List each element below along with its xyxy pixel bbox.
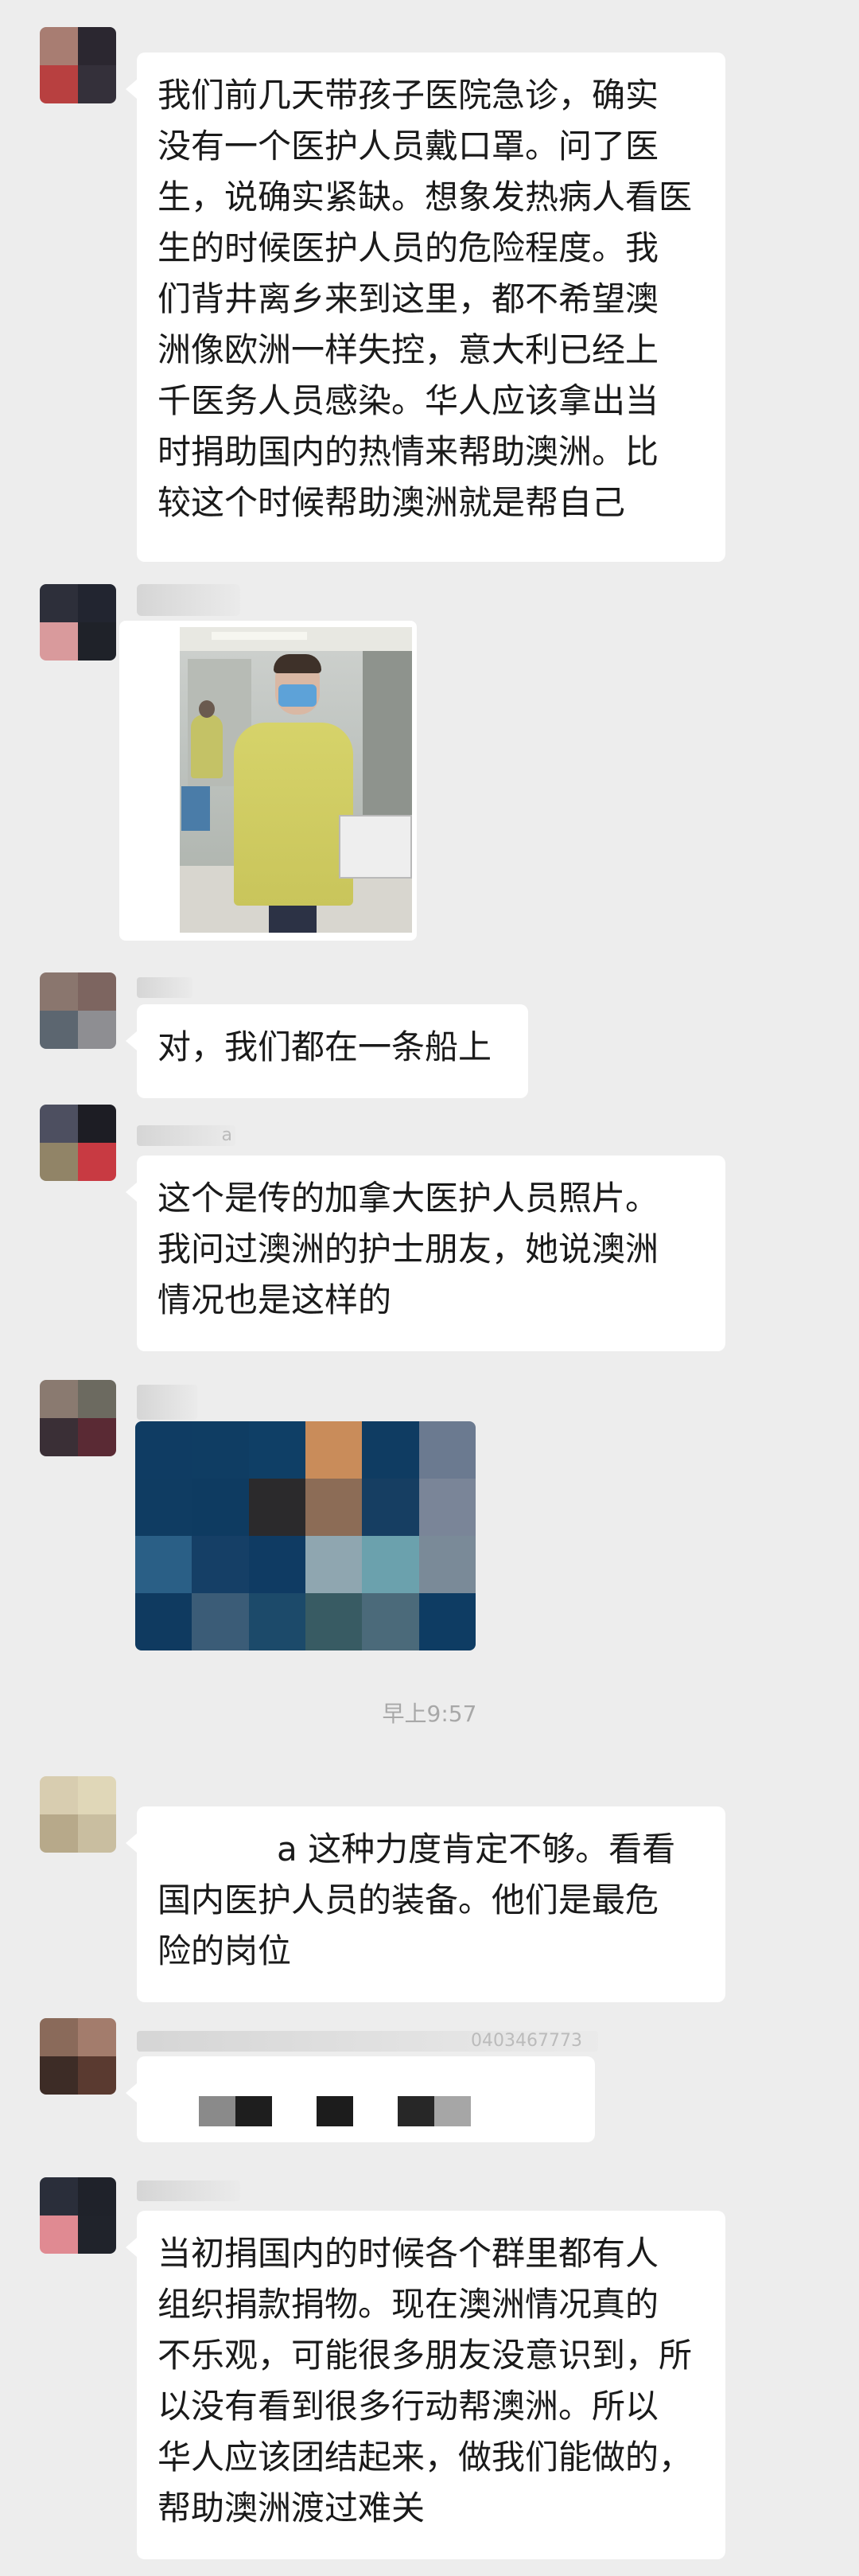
photo-person-hair [274, 654, 321, 673]
avatar[interactable] [40, 1380, 116, 1456]
blurred-content [434, 2096, 471, 2126]
message-text-line: 险的岗位 [157, 1931, 292, 1970]
photo-door [363, 651, 412, 842]
message-text-line: 国内医护人员的装备。他们是最危 [157, 1880, 659, 1919]
sender-name: a [137, 1125, 235, 1146]
message-text-line: 不乐观，可能很多朋友没意识到，所 [157, 2336, 693, 2375]
sender-name [137, 2180, 240, 2201]
message-text-line: 我们前几天带孩子医院急诊，确实 [157, 76, 659, 115]
message-text-line: 时捐助国内的热情来帮助澳洲。比 [157, 432, 659, 471]
message-text-line: 这个是传的加拿大医护人员照片。 [157, 1179, 659, 1218]
photo-worker-left-head [199, 700, 215, 718]
message-text-line: 千医务人员感染。华人应该拿出当 [157, 381, 659, 420]
avatar[interactable] [40, 2177, 116, 2254]
message-text-line: 生的时候医护人员的危险程度。我 [157, 228, 659, 267]
message-text-line: 较这个时候帮助澳洲就是帮自己 [157, 483, 626, 522]
message-bubble[interactable]: 这个是传的加拿大医护人员照片。 我问过澳洲的护士朋友，她说澳洲 情况也是这样的 [126, 1155, 725, 1351]
sender-name-text: a [221, 1125, 232, 1145]
message-text-line: 华人应该团结起来，做我们能做的， [157, 2438, 693, 2477]
message-text-line: 以没有看到很多行动帮澳洲。所以 [157, 2387, 659, 2426]
photo-cart [339, 815, 412, 879]
message-text-line: a 这种力度肯定不够。看看 [277, 1830, 676, 1869]
message-text-line: 洲像欧洲一样失控，意大利已经上 [157, 330, 659, 369]
message-text-line: 情况也是这样的 [157, 1280, 392, 1319]
message-bubble[interactable]: 对，我们都在一条船上 [126, 1004, 528, 1098]
message-text-line: 帮助澳洲渡过难关 [157, 2488, 426, 2527]
photo-worker-left [191, 715, 223, 778]
image-message[interactable] [119, 621, 417, 941]
message-bubble[interactable]: 我们前几天带孩子医院急诊，确实 没有一个医护人员戴口罩。问了医 生，说确实紧缺。… [126, 53, 725, 562]
sender-name-text: 0403467773 [471, 2031, 582, 2051]
sender-name: 0403467773 [137, 2031, 598, 2052]
avatar[interactable] [40, 584, 116, 661]
message-text-line: 我问过澳洲的护士朋友，她说澳洲 [157, 1230, 659, 1269]
photo-bin [181, 786, 210, 831]
photo-person-mask [278, 684, 317, 707]
message-bubble[interactable]: 当初捐国内的时候各个群里都有人 组织捐款捐物。现在澳洲情况真的 不乐观，可能很多… [126, 2211, 725, 2559]
sender-name [137, 977, 192, 998]
avatar[interactable] [40, 1105, 116, 1181]
sender-name [137, 1385, 197, 1420]
avatar[interactable] [40, 972, 116, 1049]
message-text-line: 没有一个医护人员戴口罩。问了医 [157, 127, 659, 166]
message-text-line: 们背井离乡来到这里，都不希望澳 [157, 279, 659, 318]
avatar[interactable] [40, 1776, 116, 1853]
avatar[interactable] [40, 2018, 116, 2095]
message-text-line: 组织捐款捐物。现在澳洲情况真的 [157, 2285, 659, 2324]
message-bubble[interactable]: a 这种力度肯定不够。看看 国内医护人员的装备。他们是最危 险的岗位 [126, 1806, 725, 2002]
shared-photo[interactable] [180, 627, 412, 933]
message-text-line: 对，我们都在一条船上 [157, 1027, 492, 1066]
sender-name [137, 584, 240, 616]
blurred-content [317, 2096, 353, 2126]
avatar[interactable] [40, 27, 116, 103]
blurred-content [235, 2096, 272, 2126]
image-message[interactable] [135, 1421, 476, 1650]
photo-person-legs [269, 906, 317, 933]
message-text-line: 生，说确实紧缺。想象发热病人看医 [157, 177, 693, 216]
timestamp: 早上9:57 [382, 1701, 477, 1727]
photo-person-gown [234, 723, 353, 906]
blurred-content [398, 2096, 434, 2126]
message-bubble[interactable] [126, 2056, 595, 2142]
blurred-content [199, 2096, 235, 2126]
message-text-line: 当初捐国内的时候各个群里都有人 [157, 2234, 659, 2273]
photo-light [212, 632, 307, 640]
